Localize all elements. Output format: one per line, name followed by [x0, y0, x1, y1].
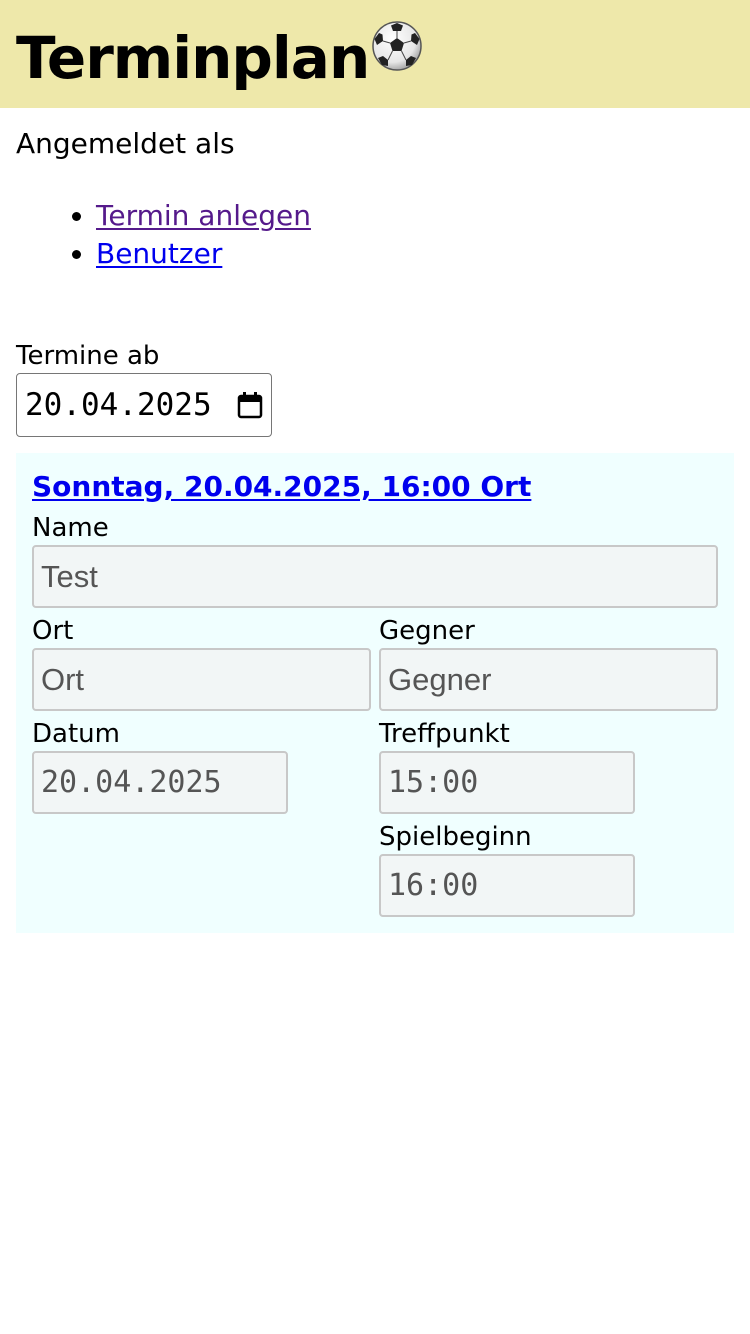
- ort-field[interactable]: Ort: [32, 648, 371, 711]
- filter-label: Termine ab: [16, 341, 160, 371]
- datum-column: Datum 20.04.2025: [32, 711, 371, 917]
- date-filter-input[interactable]: 20.04.2025: [16, 373, 272, 437]
- ort-field-value: Ort: [41, 661, 85, 697]
- zeit-column: Treffpunkt 15:00 Spielbeginn 16:00: [379, 711, 718, 917]
- date-filter-value: 20.04.2025: [25, 387, 212, 423]
- app-header: Terminplan: [0, 0, 750, 108]
- gegner-field-value: Gegner: [388, 661, 492, 697]
- datum-zeit-row: Datum 20.04.2025 Treffpunkt 15:00 Spielb…: [32, 711, 718, 917]
- ort-gegner-row: Ort Ort Gegner Gegner: [32, 608, 718, 711]
- nav-item-termin-anlegen: Termin anlegen: [96, 197, 734, 235]
- spielbeginn-field-value: 16:00: [388, 868, 479, 903]
- datum-field-value: 20.04.2025: [41, 765, 222, 800]
- event-heading-link[interactable]: Sonntag, 20.04.2025, 16:00 Ort: [32, 469, 718, 505]
- nav-item-benutzer: Benutzer: [96, 235, 734, 273]
- page-title: Terminplan: [16, 20, 423, 87]
- main-content: Angemeldet als Termin anlegen Benutzer T…: [0, 108, 750, 933]
- name-field-value: Test: [41, 558, 98, 594]
- treffpunkt-field-value: 15:00: [388, 765, 479, 800]
- event-card: Sonntag, 20.04.2025, 16:00 Ort Name Test…: [16, 453, 734, 933]
- name-label: Name: [32, 513, 109, 543]
- gegner-column: Gegner Gegner: [379, 608, 718, 711]
- logged-in-text: Angemeldet als: [16, 127, 235, 160]
- spielbeginn-field[interactable]: 16:00: [379, 854, 635, 917]
- soccer-ball-icon: [372, 20, 422, 71]
- name-field[interactable]: Test: [32, 545, 718, 608]
- page-title-text: Terminplan: [16, 23, 370, 92]
- ort-label: Ort: [32, 616, 74, 646]
- treffpunkt-field[interactable]: 15:00: [379, 751, 635, 814]
- gegner-label: Gegner: [379, 616, 475, 646]
- spielbeginn-label: Spielbeginn: [379, 822, 532, 852]
- calendar-icon[interactable]: [237, 391, 263, 419]
- ort-column: Ort Ort: [32, 608, 371, 711]
- datum-field[interactable]: 20.04.2025: [32, 751, 288, 814]
- datum-label: Datum: [32, 719, 120, 749]
- nav-list: Termin anlegen Benutzer: [16, 197, 734, 273]
- nav-link-termin-anlegen[interactable]: Termin anlegen: [96, 199, 311, 232]
- nav-link-benutzer[interactable]: Benutzer: [96, 237, 222, 270]
- treffpunkt-label: Treffpunkt: [379, 719, 510, 749]
- gegner-field[interactable]: Gegner: [379, 648, 718, 711]
